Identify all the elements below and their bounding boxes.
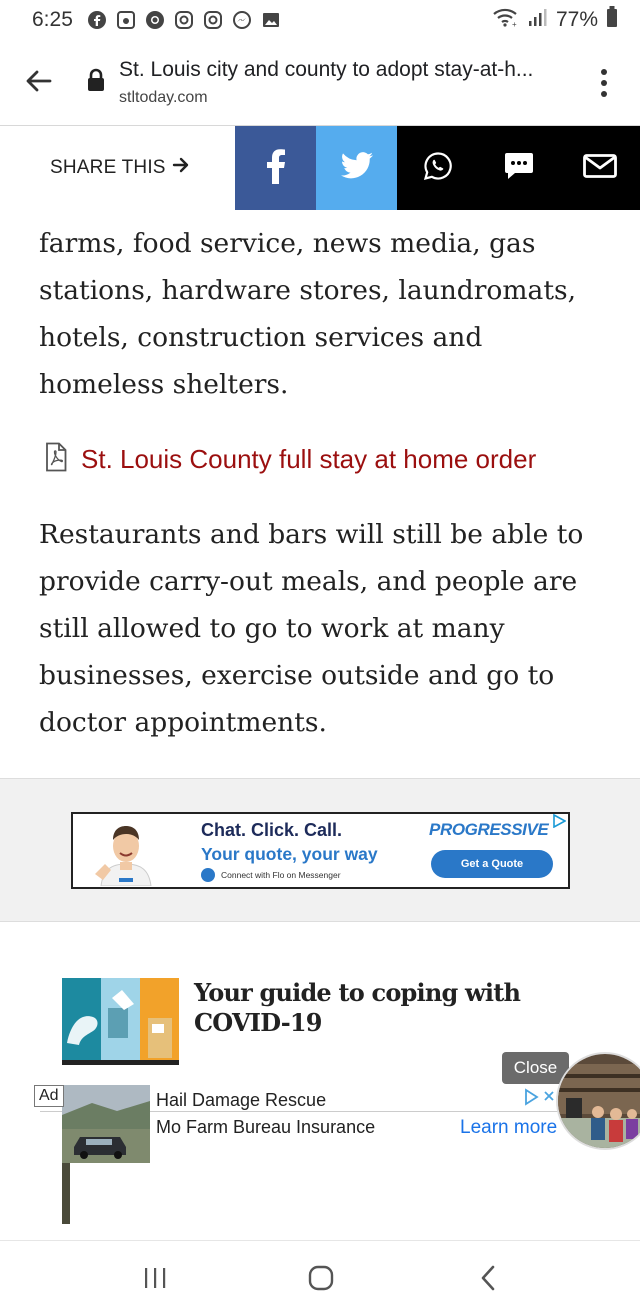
page-domain[interactable]: stltoday.com (119, 89, 208, 107)
gallery-icon (261, 10, 281, 30)
battery-icon (606, 6, 618, 34)
learn-more-link[interactable]: Learn more (460, 1117, 557, 1139)
article-paragraph: Restaurants and bars will still be able … (39, 519, 584, 738)
pdf-file-icon (45, 442, 67, 477)
wifi-icon: + (492, 6, 520, 34)
messenger-icon (232, 10, 252, 30)
chat-bubble-icon (503, 151, 535, 186)
article-paragraph: farms, food service, news media, gas sta… (39, 228, 576, 400)
banner-messenger-text: Connect with Flo on Messenger (221, 870, 341, 880)
twitter-icon (340, 151, 374, 185)
chrome-icon (145, 10, 165, 30)
status-right: + 77% (492, 6, 618, 34)
pdf-link-text[interactable]: St. Louis County full stay at home order (81, 444, 536, 475)
share-email-button[interactable] (559, 126, 640, 210)
messenger-icon (201, 868, 215, 882)
svg-text:+: + (512, 20, 517, 28)
ad-container: Chat. Click. Call. Your quote, your way … (0, 778, 640, 922)
facebook-icon (87, 10, 107, 30)
facebook-icon (266, 148, 286, 189)
related-article-thumbnail[interactable] (62, 978, 179, 1065)
recents-icon[interactable] (135, 1261, 175, 1295)
status-time: 6:25 (32, 8, 73, 31)
adchoices-icon[interactable] (523, 1088, 557, 1106)
share-bar: SHARE THIS (0, 126, 640, 210)
battery-percent: 77% (555, 8, 598, 31)
back-icon[interactable] (468, 1261, 508, 1295)
whatsapp-icon (423, 151, 453, 186)
ad-badge: Ad (34, 1085, 64, 1107)
banner-brand-logo: PROGRESSIVE (429, 820, 549, 839)
get-a-quote-button[interactable]: Get a Quote (431, 850, 553, 878)
arrow-right-icon (172, 156, 190, 180)
more-options-icon[interactable] (590, 65, 618, 101)
pdf-document-link[interactable]: St. Louis County full stay at home order (45, 442, 536, 477)
instagram-icon (203, 10, 223, 30)
share-twitter-button[interactable] (316, 126, 397, 210)
home-icon[interactable] (301, 1261, 341, 1295)
share-facebook-button[interactable] (235, 126, 316, 210)
share-sms-button[interactable] (478, 126, 559, 210)
notification-icons (87, 10, 281, 30)
ad-headline[interactable]: Hail Damage Rescue (156, 1090, 326, 1111)
banner-subhead: Your quote, your way (201, 844, 378, 864)
google-fit-icon (116, 10, 136, 30)
page-title[interactable]: St. Louis city and county to adopt stay-… (119, 58, 569, 82)
close-ad-button[interactable]: Close (502, 1052, 569, 1084)
banner-messenger-line: Connect with Flo on Messenger (201, 868, 341, 882)
signal-icon (528, 7, 548, 33)
progressive-banner-ad[interactable]: Chat. Click. Call. Your quote, your way … (71, 812, 570, 889)
system-navigation-bar (0, 1240, 640, 1315)
banner-headline: Chat. Click. Call. (201, 820, 343, 840)
back-arrow-icon[interactable] (22, 64, 56, 98)
spokesperson-image (91, 816, 161, 887)
lock-icon[interactable] (86, 68, 106, 92)
status-bar: 6:25 + 77% (0, 0, 640, 40)
ad-advertiser[interactable]: Mo Farm Bureau Insurance (156, 1117, 375, 1138)
share-whatsapp-button[interactable] (397, 126, 478, 210)
browser-toolbar: St. Louis city and county to adopt stay-… (0, 40, 640, 126)
instagram-icon (174, 10, 194, 30)
adchoices-icon[interactable] (552, 813, 567, 829)
share-label: SHARE THIS (50, 156, 190, 180)
envelope-icon (582, 153, 617, 183)
ad-image[interactable] (62, 1085, 150, 1224)
related-article-title[interactable]: Your guide to coping with COVID-19 (194, 978, 594, 1038)
share-label-text: SHARE THIS (50, 157, 166, 178)
